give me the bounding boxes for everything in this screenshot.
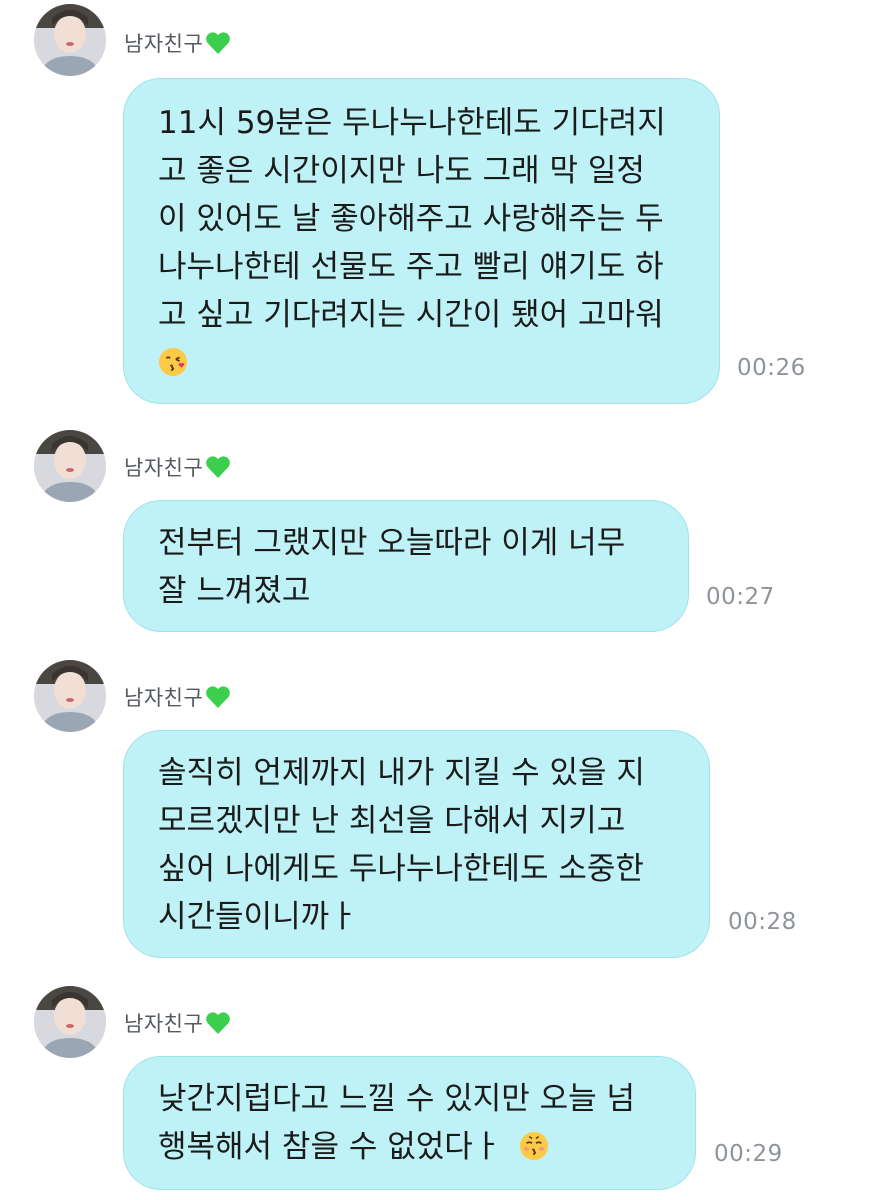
sender-name-label: 남자친구 [124, 686, 204, 710]
kissing-face-closed-eyes-emoji [520, 1131, 549, 1161]
message-text: 전부터 그랬지만 오늘따라 이게 너무 잘 느껴졌고 [158, 519, 676, 615]
message-time: 00:26 [737, 355, 806, 381]
message-bubble[interactable]: 솔직히 언제까지 내가 지킬 수 있을 지 모르겠지만 난 최선을 다해서 지키… [123, 730, 710, 958]
sender-name: 남자친구 [124, 452, 231, 482]
sender-name: 남자친구 [124, 682, 231, 712]
avatar[interactable] [34, 430, 106, 502]
message-line: 낮간지럽다고 느낄 수 있지만 오늘 넘 [158, 1081, 636, 1117]
message-time: 00:28 [728, 909, 797, 935]
message-time: 00:29 [714, 1141, 783, 1167]
message-line: 행복해서 참을 수 없었다ㅏ [158, 1129, 512, 1165]
message-text: 솔직히 언제까지 내가 지킬 수 있을 지 모르겠지만 난 최선을 다해서 지키… [158, 749, 697, 941]
avatar[interactable] [34, 660, 106, 732]
message-bubble[interactable]: 전부터 그랬지만 오늘따라 이게 너무 잘 느껴졌고 [123, 500, 689, 632]
message-line: 11시 59분은 두나누나한테도 기다려지 [158, 105, 666, 141]
message-line: 나누나한테 선물도 주고 빨리 얘기도 하 [158, 249, 664, 285]
green-heart-icon [206, 32, 231, 54]
message-line: 싶어 나에게도 두나누나한테도 소중한 [158, 851, 644, 887]
message-line: 고 좋은 시간이지만 나도 그래 막 일정 [158, 153, 645, 189]
green-heart-icon [206, 686, 231, 708]
message-bubble[interactable]: 11시 59분은 두나누나한테도 기다려지 고 좋은 시간이지만 나도 그래 막… [123, 78, 720, 404]
message-line: 모르겠지만 난 최선을 다해서 지키고 [158, 803, 626, 839]
avatar[interactable] [34, 4, 106, 76]
message-line: 솔직히 언제까지 내가 지킬 수 있을 지 [158, 755, 645, 791]
sender-name-label: 남자친구 [124, 32, 204, 56]
message-text: 낮간지럽다고 느낄 수 있지만 오늘 넘 행복해서 참을 수 없었다ㅏ [158, 1075, 683, 1171]
sender-name: 남자친구 [124, 28, 231, 58]
message-line: 전부터 그랬지만 오늘따라 이게 너무 [158, 525, 626, 561]
message-text: 11시 59분은 두나누나한테도 기다려지 고 좋은 시간이지만 나도 그래 막… [158, 99, 707, 387]
avatar[interactable] [34, 986, 106, 1058]
sender-name-label: 남자친구 [124, 1012, 204, 1036]
message-line: 시간들이니까ㅏ [158, 899, 358, 935]
message-line: 잘 느껴졌고 [158, 573, 311, 609]
sender-name-label: 남자친구 [124, 456, 204, 480]
sender-name: 남자친구 [124, 1008, 231, 1038]
message-line: 이 있어도 날 좋아해주고 사랑해주는 두 [158, 201, 664, 237]
face-blowing-kiss-emoji [158, 347, 188, 377]
message-line: 고 싶고 기다려지는 시간이 됐어 고마워 [158, 297, 664, 333]
message-bubble[interactable]: 낮간지럽다고 느낄 수 있지만 오늘 넘 행복해서 참을 수 없었다ㅏ [123, 1056, 696, 1190]
green-heart-icon [206, 1012, 231, 1034]
green-heart-icon [206, 456, 231, 478]
message-time: 00:27 [706, 584, 775, 610]
